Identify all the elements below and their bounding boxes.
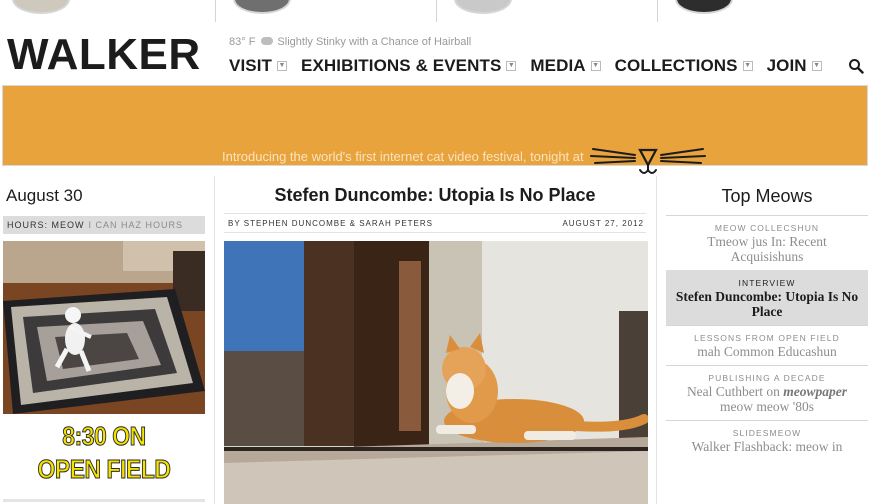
nav-label: EXHIBITIONS & EVENTS (301, 56, 502, 75)
list-item-headline[interactable]: Tmeow jus In: Recent Acquisishuns (672, 234, 862, 264)
nav-exhibitions-events[interactable]: EXHIBITIONS & EVENTS ▼ (301, 56, 517, 76)
article-cat-photo[interactable] (224, 241, 648, 504)
cat-whiskers-icon (590, 148, 706, 174)
chevron-down-icon[interactable]: ▼ (590, 61, 601, 71)
nav-visit[interactable]: VISIT ▼ (229, 56, 288, 76)
list-item-category: MEOW COLLECSHUN (714, 223, 820, 233)
article-byline: BY STEPHEN DUNCOMBE & SARAH PETERS (228, 219, 433, 228)
list-item[interactable]: PUBLISHING A DECADE Neal Cuthbert on meo… (666, 365, 868, 420)
divider (657, 0, 658, 22)
weather-temp: 83° F (229, 36, 256, 48)
nav-collections[interactable]: COLLECTIONS ▼ (615, 56, 753, 76)
divider (436, 0, 437, 22)
main-nav: VISIT ▼ EXHIBITIONS & EVENTS ▼ MEDIA ▼ COLL… (229, 55, 836, 77)
site-logo[interactable]: WALKER (7, 30, 201, 80)
list-item-active[interactable]: INTERVIEW Stefen Duncombe: Utopia Is No … (666, 270, 868, 325)
list-item[interactable]: LESSONS FROM OPEN FIELD mah Common Educa… (666, 325, 868, 365)
weather-widget: 83° F Slightly Stinky with a Chance of Ha… (229, 36, 471, 48)
search-icon[interactable] (848, 58, 864, 74)
list-item-category: INTERVIEW (738, 278, 796, 288)
list-item-headline[interactable]: Neal Cuthbert on meowpaper meow meow '80… (672, 384, 862, 414)
thumbnail-2[interactable] (233, 0, 291, 14)
nav-media[interactable]: MEDIA ▼ (530, 56, 601, 76)
headline-part: Neal Cuthbert on (686, 384, 784, 399)
list-item[interactable]: MEOW COLLECSHUN Tmeow jus In: Recent Acq… (666, 215, 868, 270)
article-date: AUGUST 27, 2012 (562, 219, 644, 228)
nav-label: VISIT (229, 56, 273, 75)
hours-value: I CAN HAZ HOURS (88, 220, 184, 230)
headline-part: meow meow '80s (720, 399, 814, 414)
headline-emphasis: meowpaper (783, 384, 848, 399)
list-item-category: PUBLISHING A DECADE (708, 373, 826, 383)
list-item-headline[interactable]: Stefen Duncombe: Utopia Is No Place (672, 289, 862, 319)
list-item-headline[interactable]: Walker Flashback: meow in (672, 439, 862, 454)
promo-line-place: OPEN FIELD (37, 454, 171, 485)
current-date: August 30 (6, 186, 83, 205)
promo-banner[interactable]: Introducing the world's first internet c… (2, 85, 868, 174)
nav-label: COLLECTIONS (614, 56, 738, 75)
top-meows-list: MEOW COLLECSHUN Tmeow jus In: Recent Acq… (666, 215, 868, 460)
promo-line-time: 8:30 ON (62, 421, 147, 452)
article-title[interactable]: Stefen Duncombe: Utopia Is No Place (224, 185, 646, 206)
thumbnail-3[interactable] (454, 0, 512, 14)
list-item-headline[interactable]: mah Common Educashun (672, 344, 862, 359)
cat-dancing-image[interactable] (3, 241, 205, 414)
top-thumbnail-strip (0, 0, 896, 24)
chevron-down-icon[interactable]: ▼ (506, 61, 517, 71)
hours-bar[interactable]: HOURS: MEOW I CAN HAZ HOURS (3, 216, 205, 234)
thumbnail-1[interactable] (12, 0, 70, 14)
chevron-down-icon[interactable]: ▼ (742, 61, 753, 71)
article-meta: BY STEPHEN DUNCOMBE & SARAH PETERS AUGUS… (224, 213, 646, 233)
event-promo[interactable]: 8:30 ON OPEN FIELD (15, 420, 193, 486)
list-item-category: SLIDESMEOW (732, 428, 802, 438)
nav-join[interactable]: JOIN ▼ (767, 56, 822, 76)
thumbnail-4[interactable] (675, 0, 733, 14)
divider (215, 0, 216, 22)
chevron-down-icon[interactable]: ▼ (811, 61, 822, 71)
chevron-down-icon[interactable]: ▼ (277, 61, 288, 71)
divider (3, 499, 205, 502)
cloud-icon (261, 37, 274, 45)
nav-label: MEDIA (530, 56, 586, 75)
weather-forecast: Slightly Stinky with a Chance of Hairbal… (277, 36, 472, 48)
column-divider (214, 176, 215, 504)
list-item[interactable]: SLIDESMEOW Walker Flashback: meow in (666, 420, 868, 460)
list-item-category: LESSONS FROM OPEN FIELD (694, 333, 840, 343)
nav-label: JOIN (766, 56, 807, 75)
banner-text: Introducing the world's first internet c… (222, 149, 584, 164)
top-meows-title: Top Meows (721, 186, 813, 206)
hours-label: HOURS: MEOW (7, 220, 85, 230)
column-divider (656, 176, 657, 504)
